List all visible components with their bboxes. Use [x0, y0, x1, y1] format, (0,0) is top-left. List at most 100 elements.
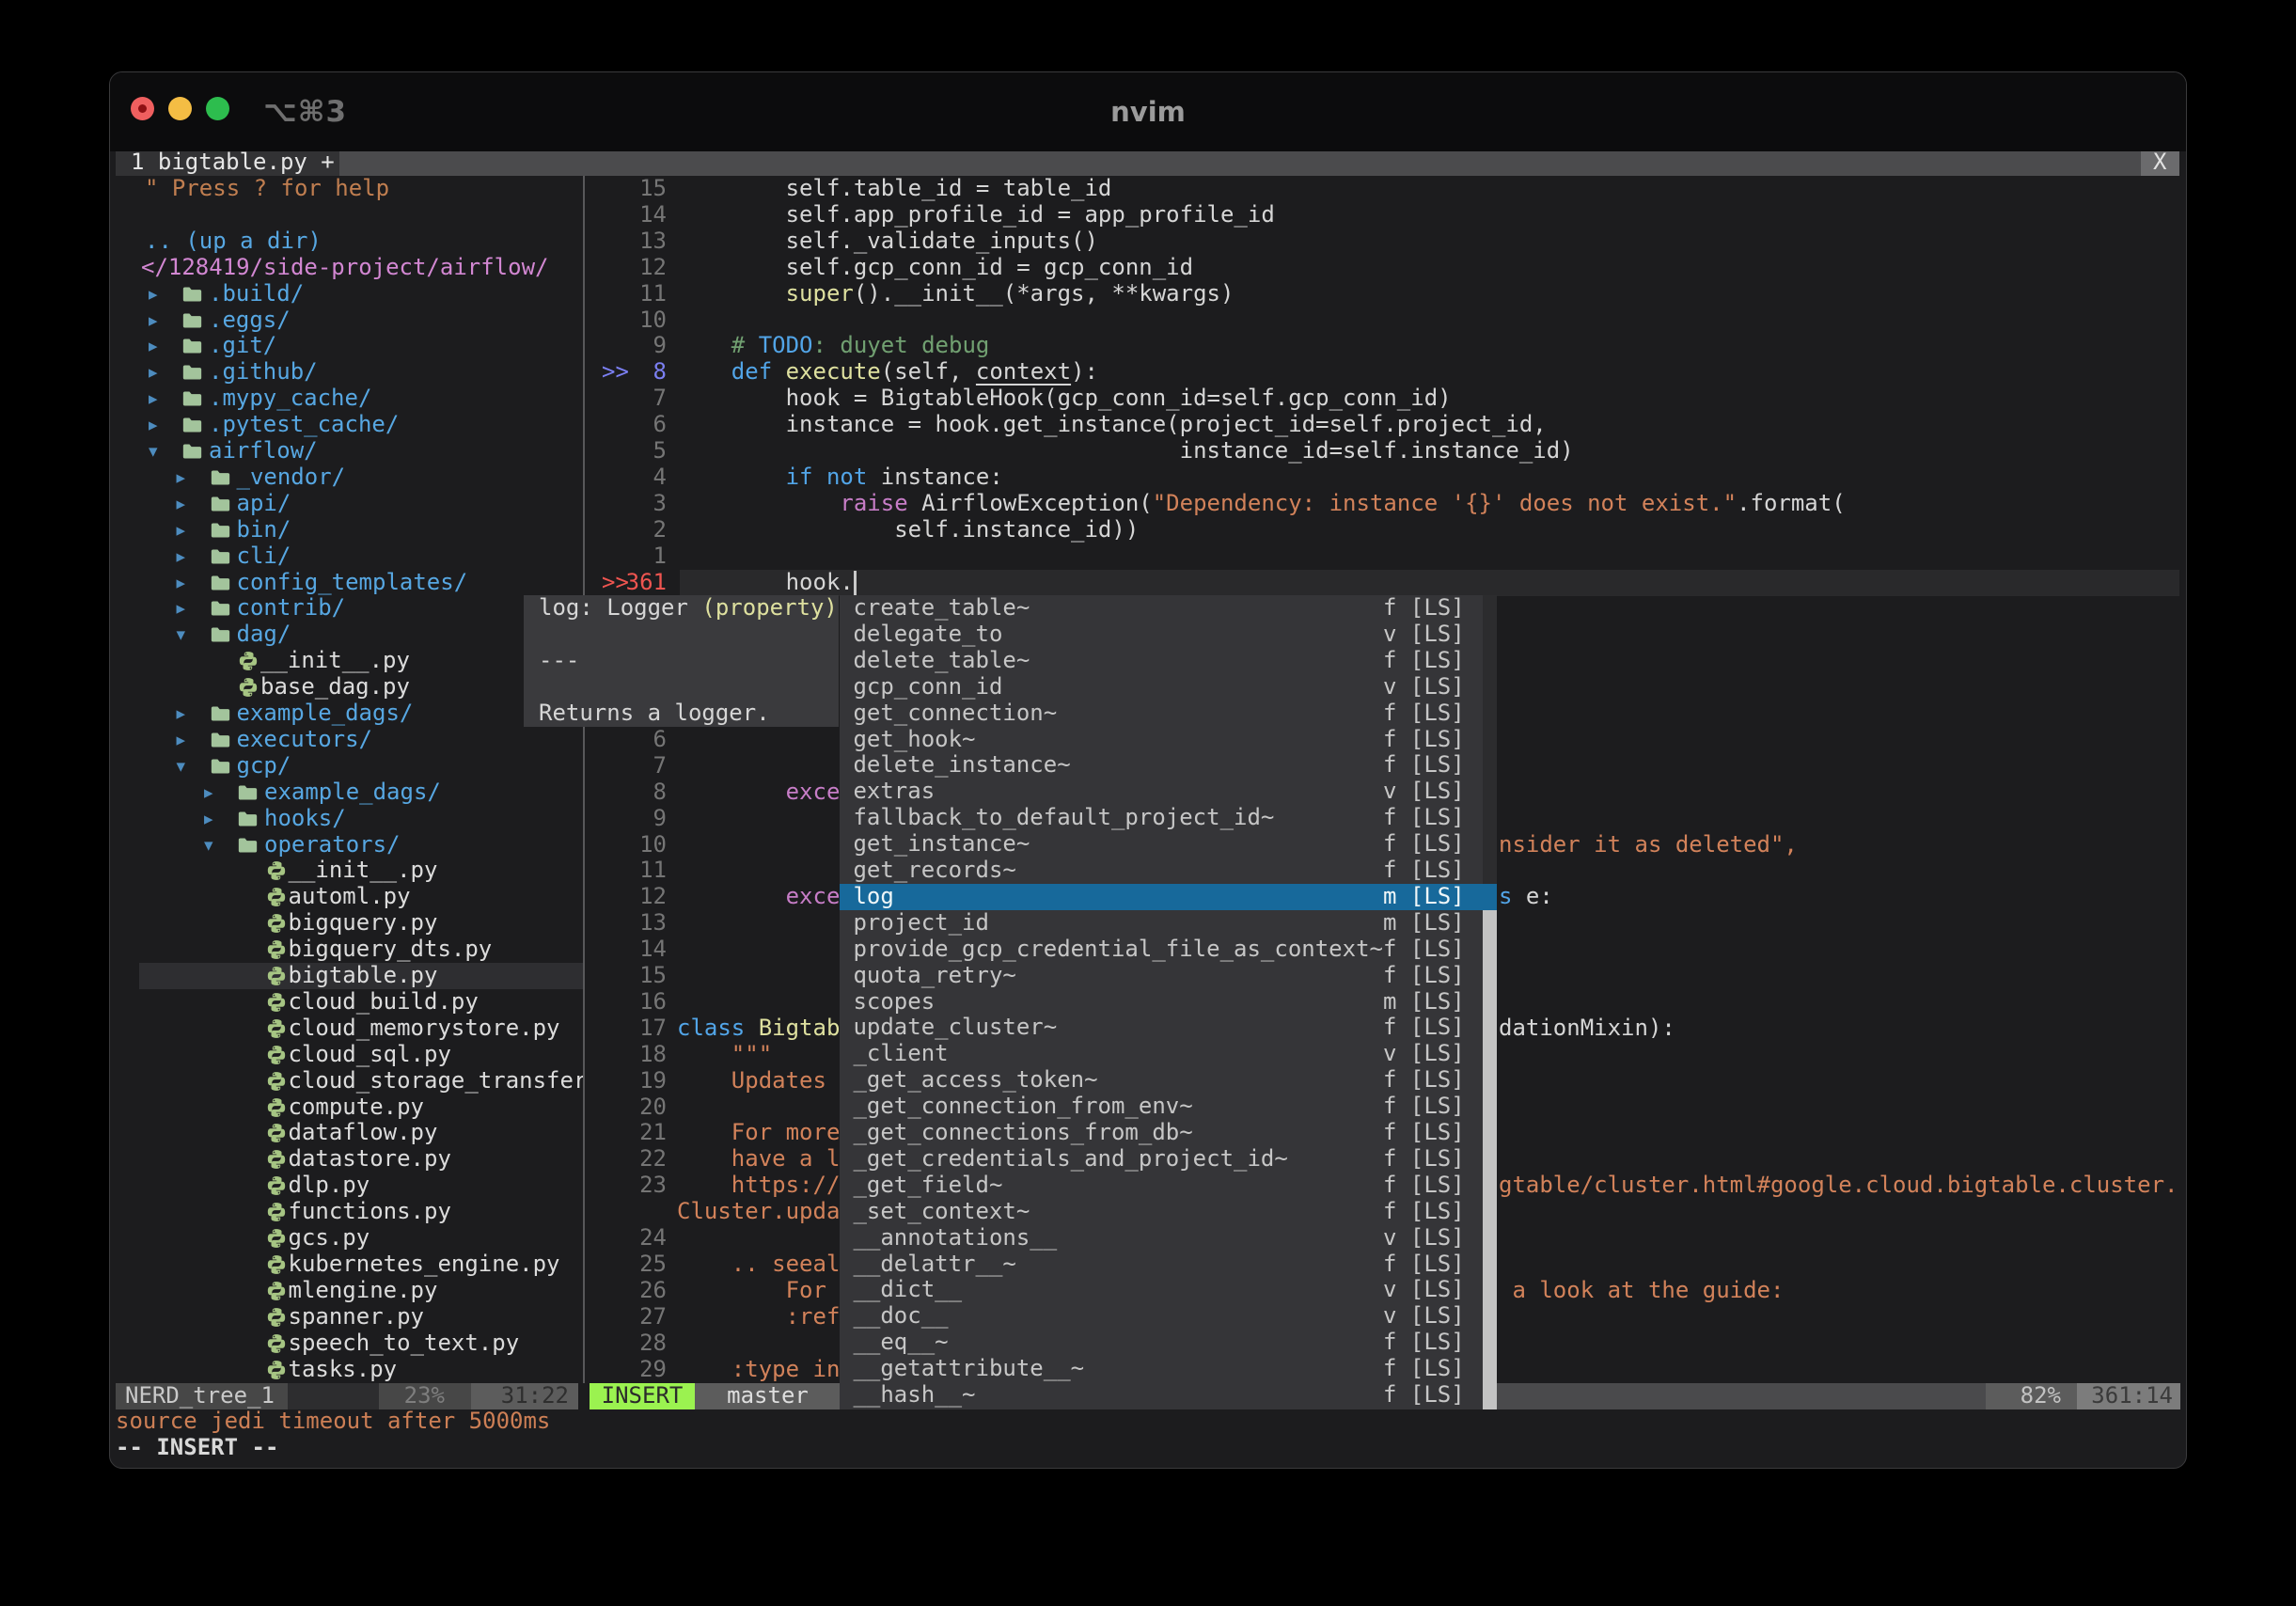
completion-item-project_id[interactable]: project_id m [LS] [840, 910, 1497, 937]
chevron-open-icon[interactable]: ▾ [177, 753, 186, 779]
tree-item-config_templates[interactable]: ▸config_templates/ [110, 570, 583, 596]
completion-item-provide_gcp_credential_file_as_context[interactable]: provide_gcp_credential_file_as_context~f… [840, 937, 1497, 963]
chevron-closed-icon[interactable]: ▸ [177, 727, 186, 753]
tree-item-cloud_build.py[interactable]: cloud_build.py [110, 989, 583, 1016]
chevron-closed-icon[interactable]: ▸ [149, 359, 158, 386]
completion-item-delete_table[interactable]: delete_table~ f [LS] [840, 648, 1497, 674]
completion-item-get_records[interactable]: get_records~ f [LS] [840, 858, 1497, 884]
tree-item-_vendor[interactable]: ▸_vendor/ [110, 464, 583, 491]
chevron-closed-icon[interactable]: ▸ [177, 701, 186, 727]
tree-item-hooks[interactable]: ▸hooks/ [110, 806, 583, 832]
tree-item-.git[interactable]: ▸.git/ [110, 333, 583, 359]
chevron-closed-icon[interactable]: ▸ [149, 281, 158, 307]
popup-scrollbar-thumb[interactable] [1483, 910, 1497, 1409]
tree-item-__init__.py[interactable]: __init__.py [110, 648, 583, 674]
title-bar[interactable]: ⌥⌘3 nvim [110, 72, 2186, 151]
popup-scrollbar-track[interactable] [1483, 595, 1497, 1409]
tree-item-tasks.py[interactable]: tasks.py [110, 1357, 583, 1383]
tree-item-speech_to_text.py[interactable]: speech_to_text.py [110, 1330, 583, 1357]
tree-item-example_dags[interactable]: ▸example_dags/ [110, 779, 583, 806]
chevron-closed-icon[interactable]: ▸ [204, 779, 213, 806]
completion-item-__eq__[interactable]: __eq__~ f [LS] [840, 1330, 1497, 1356]
chevron-closed-icon[interactable]: ▸ [149, 307, 158, 334]
chevron-closed-icon[interactable]: ▸ [204, 806, 213, 832]
completion-item-_get_access_token[interactable]: _get_access_token~ f [LS] [840, 1067, 1497, 1094]
completion-item-create_table[interactable]: create_table~ f [LS] [840, 595, 1497, 622]
completion-item-_get_credentials_and_project_id[interactable]: _get_credentials_and_project_id~ f [LS] [840, 1146, 1497, 1173]
tree-item-bigtable.py[interactable]: bigtable.py [110, 963, 583, 989]
chevron-closed-icon[interactable]: ▸ [149, 333, 158, 359]
completion-item-get_hook[interactable]: get_hook~ f [LS] [840, 727, 1497, 753]
completion-item-_client[interactable]: _client v [LS] [840, 1041, 1497, 1067]
tree-item-automl.py[interactable]: automl.py [110, 884, 583, 910]
tree-item-datastore.py[interactable]: datastore.py [110, 1146, 583, 1173]
tree-item-gcs.py[interactable]: gcs.py [110, 1225, 583, 1252]
chevron-closed-icon[interactable]: ▸ [177, 464, 186, 491]
tree-item-.eggs[interactable]: ▸.eggs/ [110, 307, 583, 334]
tree-item-.mypy_cache[interactable]: ▸.mypy_cache/ [110, 386, 583, 412]
tree-item-compute.py[interactable]: compute.py [110, 1094, 583, 1121]
nerdtree-up-dir[interactable]: .. (up a dir) [145, 228, 322, 255]
tree-item-spanner.py[interactable]: spanner.py [110, 1304, 583, 1330]
completion-item-__annotations__[interactable]: __annotations__ v [LS] [840, 1225, 1497, 1252]
completion-item-quota_retry[interactable]: quota_retry~ f [LS] [840, 963, 1497, 989]
completion-item-extras[interactable]: extras v [LS] [840, 779, 1497, 805]
completion-item-__delattr__[interactable]: __delattr__~ f [LS] [840, 1252, 1497, 1278]
completion-item-gcp_conn_id[interactable]: gcp_conn_id v [LS] [840, 674, 1497, 701]
completion-item-get_instance[interactable]: get_instance~ f [LS] [840, 831, 1497, 858]
tree-item-cloud_storage_transfer_service.py[interactable]: cloud_storage_transfer_service.py [110, 1068, 583, 1094]
chevron-open-icon[interactable]: ▾ [149, 438, 158, 464]
completion-item-delete_instance[interactable]: delete_instance~ f [LS] [840, 752, 1497, 779]
completion-item-log[interactable]: log m [LS] [840, 884, 1497, 910]
tree-item-dataflow.py[interactable]: dataflow.py [110, 1120, 583, 1146]
tree-item-bin[interactable]: ▸bin/ [110, 517, 583, 543]
tree-item-mlengine.py[interactable]: mlengine.py [110, 1278, 583, 1304]
chevron-open-icon[interactable]: ▾ [177, 622, 186, 648]
tree-item-api[interactable]: ▸api/ [110, 491, 583, 517]
tree-item-.pytest_cache[interactable]: ▸.pytest_cache/ [110, 412, 583, 438]
tree-item-kubernetes_engine.py[interactable]: kubernetes_engine.py [110, 1252, 583, 1278]
chevron-closed-icon[interactable]: ▸ [177, 595, 186, 622]
completion-item-_get_field[interactable]: _get_field~ f [LS] [840, 1173, 1497, 1199]
chevron-open-icon[interactable]: ▾ [204, 832, 213, 858]
completion-item-get_connection[interactable]: get_connection~ f [LS] [840, 701, 1497, 727]
tab-bigtable[interactable]: 1 bigtable.py + [116, 151, 339, 176]
tree-item-airflow[interactable]: ▾airflow/ [110, 438, 583, 464]
chevron-closed-icon[interactable]: ▸ [177, 517, 186, 543]
completion-item-delegate_to[interactable]: delegate_to v [LS] [840, 622, 1497, 648]
completion-item-fallback_to_default_project_id[interactable]: fallback_to_default_project_id~ f [LS] [840, 805, 1497, 831]
doc-float-line: log: Logger (property) [539, 595, 838, 622]
tree-item-base_dag.py[interactable]: base_dag.py [110, 674, 583, 701]
chevron-closed-icon[interactable]: ▸ [149, 412, 158, 438]
tree-item-cloud_sql.py[interactable]: cloud_sql.py [110, 1042, 583, 1068]
tree-item-functions.py[interactable]: functions.py [110, 1199, 583, 1225]
tree-item-executors[interactable]: ▸executors/ [110, 727, 583, 753]
chevron-closed-icon[interactable]: ▸ [177, 491, 186, 517]
completion-item-scopes[interactable]: scopes m [LS] [840, 989, 1497, 1016]
chevron-closed-icon[interactable]: ▸ [177, 543, 186, 570]
tree-item-bigquery_dts.py[interactable]: bigquery_dts.py [110, 937, 583, 963]
tab-close-button[interactable]: X [2141, 151, 2179, 176]
chevron-closed-icon[interactable]: ▸ [149, 386, 158, 412]
completion-item-__doc__[interactable]: __doc__ v [LS] [840, 1303, 1497, 1330]
completion-item-__dict__[interactable]: __dict__ v [LS] [840, 1277, 1497, 1303]
completion-item-__hash__[interactable]: __hash__~ f [LS] [840, 1382, 1497, 1409]
completion-item-update_cluster[interactable]: update_cluster~ f [LS] [840, 1015, 1497, 1041]
tree-item-cloud_memorystore.py[interactable]: cloud_memorystore.py [110, 1016, 583, 1042]
tree-item-contrib[interactable]: ▸contrib/ [110, 595, 583, 622]
tree-item-dag[interactable]: ▾dag/ [110, 622, 583, 648]
tree-item-bigquery.py[interactable]: bigquery.py [110, 910, 583, 937]
tree-item-__init__.py[interactable]: __init__.py [110, 858, 583, 884]
completion-item-__getattribute__[interactable]: __getattribute__~ f [LS] [840, 1356, 1497, 1382]
tree-item-.build[interactable]: ▸.build/ [110, 281, 583, 307]
tree-item-gcp[interactable]: ▾gcp/ [110, 753, 583, 779]
tree-item-operators[interactable]: ▾operators/ [110, 832, 583, 858]
completion-item-_get_connections_from_db[interactable]: _get_connections_from_db~ f [LS] [840, 1120, 1497, 1146]
completion-item-_get_connection_from_env[interactable]: _get_connection_from_env~ f [LS] [840, 1094, 1497, 1120]
tree-item-example_dags[interactable]: ▸example_dags/ [110, 701, 583, 727]
chevron-closed-icon[interactable]: ▸ [177, 570, 186, 596]
completion-item-_set_context[interactable]: _set_context~ f [LS] [840, 1199, 1497, 1225]
tree-item-dlp.py[interactable]: dlp.py [110, 1173, 583, 1199]
tree-item-.github[interactable]: ▸.github/ [110, 359, 583, 386]
tree-item-cli[interactable]: ▸cli/ [110, 543, 583, 570]
